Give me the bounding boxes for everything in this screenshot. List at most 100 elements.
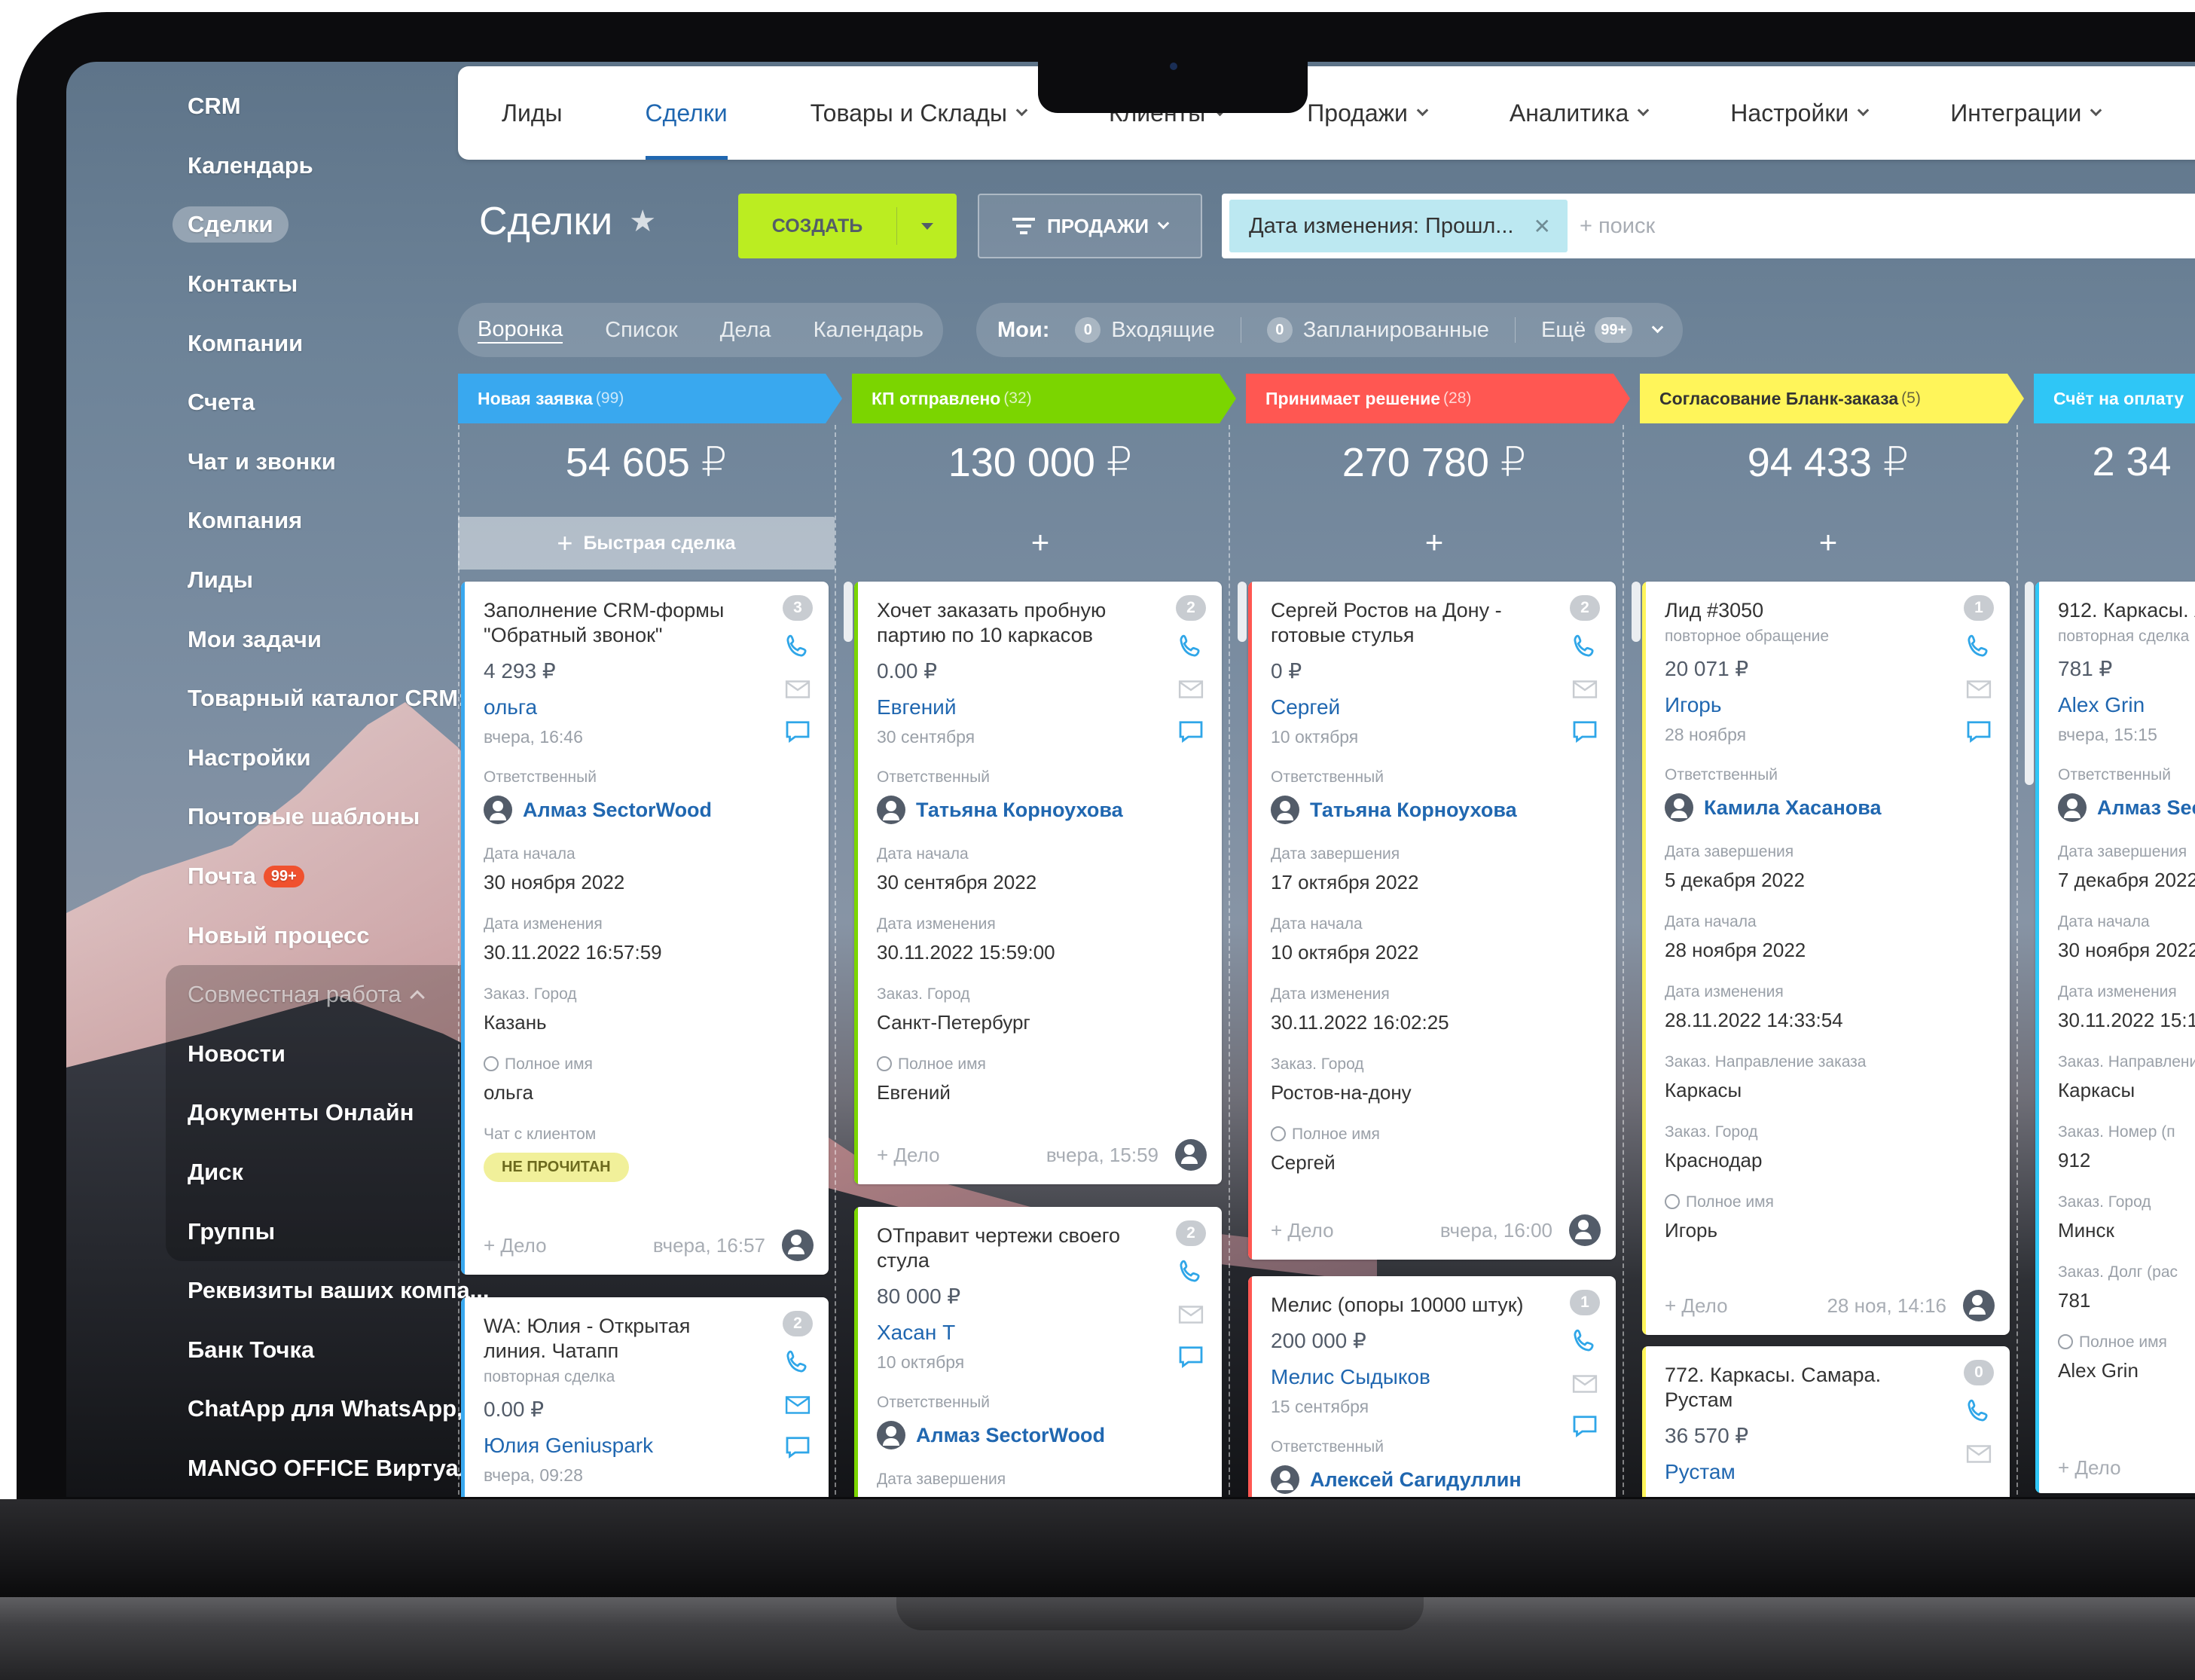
sidebar-item-settings[interactable]: Настройки bbox=[121, 729, 512, 788]
sidebar-item-chatapp[interactable]: ChatApp для WhatsApp, T... bbox=[121, 1379, 512, 1439]
add-activity-link[interactable]: + Дело bbox=[1665, 1294, 1728, 1318]
deal-card[interactable]: Заполнение CRM-формы "Обратный звонок" 4… bbox=[461, 582, 829, 1275]
avatar[interactable] bbox=[782, 1229, 814, 1261]
sidebar-item-news[interactable]: Новости bbox=[166, 1025, 490, 1084]
view-activities[interactable]: Дела bbox=[720, 318, 771, 343]
search-bar[interactable]: Дата изменения: Прошл... ✕ + поиск bbox=[1222, 194, 2195, 258]
avatar[interactable] bbox=[1963, 1290, 1995, 1321]
add-deal-button[interactable]: + bbox=[1246, 524, 1623, 561]
sidebar-item-new-process[interactable]: Новый процесс bbox=[121, 906, 512, 965]
phone-icon[interactable] bbox=[782, 631, 814, 663]
view-list[interactable]: Список bbox=[605, 318, 678, 343]
nav-products[interactable]: Товары и Склады bbox=[811, 66, 1028, 160]
add-activity-link[interactable]: + Дело bbox=[484, 1234, 547, 1257]
sidebar-item-my-tasks[interactable]: Мои задачи bbox=[121, 609, 512, 669]
nav-analytics[interactable]: Аналитика bbox=[1510, 66, 1650, 160]
responsible-link[interactable]: Алмаз SectorWood bbox=[2058, 793, 2195, 822]
client-link[interactable]: ольга bbox=[484, 695, 753, 719]
responsible-link[interactable]: Алмаз SectorWood bbox=[877, 1421, 1146, 1449]
mail-icon[interactable] bbox=[782, 1389, 814, 1421]
sidebar-item-leads[interactable]: Лиды bbox=[121, 551, 512, 610]
deal-title[interactable]: 912. Каркасы. Alex Grin bbox=[2058, 598, 2195, 623]
counter-planned[interactable]: 0 Запланированные bbox=[1266, 317, 1489, 343]
sidebar-item-company[interactable]: Компания bbox=[121, 491, 512, 551]
sidebar-item-chat[interactable]: Чат и звонки bbox=[121, 432, 512, 492]
nav-settings[interactable]: Настройки bbox=[1730, 66, 1870, 160]
responsible-link[interactable]: Татьяна Корноухова bbox=[1271, 796, 1540, 824]
chat-icon[interactable] bbox=[1569, 716, 1601, 747]
chat-icon[interactable] bbox=[1569, 1410, 1601, 1442]
nav-deals[interactable]: Сделки bbox=[645, 66, 728, 160]
deal-title[interactable]: Заполнение CRM-формы "Обратный звонок" bbox=[484, 598, 753, 648]
deal-card[interactable]: ОТправит чертежи своего стула 80 000 ₽ Х… bbox=[854, 1207, 1222, 1497]
client-link[interactable]: Рустам bbox=[1665, 1460, 1934, 1484]
star-icon[interactable]: ★ bbox=[629, 204, 656, 239]
chat-icon[interactable] bbox=[1175, 716, 1207, 747]
scrollbar[interactable] bbox=[844, 582, 853, 642]
mail-icon[interactable] bbox=[1963, 674, 1995, 705]
responsible-link[interactable]: Камила Хасанова bbox=[1665, 793, 1934, 822]
close-icon[interactable]: ✕ bbox=[1533, 214, 1550, 239]
create-dropdown[interactable] bbox=[897, 222, 957, 230]
counter-more[interactable]: Ещё 99+ bbox=[1541, 317, 1664, 343]
sidebar-item-mail[interactable]: Почта 99+ bbox=[121, 847, 512, 906]
sidebar-item-disk[interactable]: Диск bbox=[166, 1143, 490, 1202]
add-deal-button[interactable]: + bbox=[852, 524, 1229, 561]
sidebar-item-groups[interactable]: Группы bbox=[166, 1202, 490, 1261]
client-link[interactable]: Игорь bbox=[1665, 693, 1934, 717]
nav-integrations[interactable]: Интеграции bbox=[1950, 66, 2102, 160]
sidebar-item-catalog[interactable]: Товарный каталог CRM: ... bbox=[121, 669, 512, 729]
create-button[interactable]: СОЗДАТЬ bbox=[738, 194, 957, 258]
phone-icon[interactable] bbox=[1569, 631, 1601, 663]
stage-header[interactable]: Согласование Бланк-заказа (5) bbox=[1640, 374, 2024, 423]
client-link[interactable]: Alex Grin bbox=[2058, 693, 2195, 717]
client-link[interactable]: Сергей bbox=[1271, 695, 1540, 719]
deal-card[interactable]: WA: Юлия - Открытая линия. Чатапп повтор… bbox=[461, 1297, 829, 1497]
deal-card[interactable]: Хочет заказать пробную партию по 10 карк… bbox=[854, 582, 1222, 1184]
deal-title[interactable]: WA: Юлия - Открытая линия. Чатапп bbox=[484, 1314, 753, 1364]
sidebar-item-mango[interactable]: MANGO OFFICE Виртуаль... bbox=[121, 1439, 512, 1497]
sidebar-item-bank[interactable]: Банк Точка bbox=[121, 1320, 512, 1379]
avatar[interactable] bbox=[1569, 1214, 1601, 1246]
deal-title[interactable]: Лид #3050 bbox=[1665, 598, 1934, 623]
nav-leads[interactable]: Лиды bbox=[502, 66, 563, 160]
mail-icon[interactable] bbox=[1963, 1438, 1995, 1470]
mail-icon[interactable] bbox=[1569, 674, 1601, 705]
chat-icon[interactable] bbox=[782, 716, 814, 747]
scrollbar[interactable] bbox=[2025, 582, 2034, 785]
sidebar-item-invoices[interactable]: Счета bbox=[121, 373, 512, 432]
sidebar-item-mail-templates[interactable]: Почтовые шаблоны bbox=[121, 787, 512, 847]
phone-icon[interactable] bbox=[782, 1347, 814, 1379]
sidebar-item-calendar[interactable]: Календарь bbox=[121, 136, 512, 196]
client-link[interactable]: Евгений bbox=[877, 695, 1146, 719]
view-calendar[interactable]: Календарь bbox=[814, 318, 923, 343]
deal-card[interactable]: Сергей Ростов на Дону - готовые стулья 0… bbox=[1248, 582, 1616, 1260]
deal-title[interactable]: Мелис (опоры 10000 штук) bbox=[1271, 1293, 1540, 1318]
deal-title[interactable]: Хочет заказать пробную партию по 10 карк… bbox=[877, 598, 1146, 648]
phone-icon[interactable] bbox=[1175, 631, 1207, 663]
sidebar-item-deals[interactable]: Сделки bbox=[121, 195, 512, 255]
mail-icon[interactable] bbox=[782, 674, 814, 705]
deal-title[interactable]: Сергей Ростов на Дону - готовые стулья bbox=[1271, 598, 1540, 648]
view-kanban[interactable]: Воронка bbox=[478, 317, 563, 344]
deal-card[interactable]: Лид #3050 повторное обращение 20 071 ₽ И… bbox=[1642, 582, 2010, 1335]
add-activity-link[interactable]: + Дело bbox=[1271, 1219, 1334, 1242]
filter-chip[interactable]: Дата изменения: Прошл... ✕ bbox=[1229, 200, 1568, 252]
sidebar-item-contacts[interactable]: Контакты bbox=[121, 255, 512, 314]
phone-icon[interactable] bbox=[1569, 1326, 1601, 1358]
search-input[interactable]: + поиск bbox=[1580, 214, 1655, 239]
client-link[interactable]: Хасан Т bbox=[877, 1321, 1146, 1345]
responsible-link[interactable]: Татьяна Корноухова bbox=[877, 796, 1146, 824]
pipeline-filter-button[interactable]: ПРОДАЖИ bbox=[978, 194, 1202, 258]
deal-card[interactable]: 912. Каркасы. Alex Grin повторная сделка… bbox=[2035, 582, 2195, 1493]
avatar[interactable] bbox=[1175, 1139, 1207, 1171]
client-link[interactable]: Юлия Geniuspark bbox=[484, 1434, 753, 1458]
mail-icon[interactable] bbox=[1175, 1299, 1207, 1330]
deal-title[interactable]: ОТправит чертежи своего стула bbox=[877, 1223, 1146, 1273]
stage-header[interactable]: Счёт на оплату bbox=[2034, 374, 2195, 423]
responsible-link[interactable]: Алмаз SectorWood bbox=[484, 796, 753, 824]
stage-header[interactable]: КП отправлено (32) bbox=[852, 374, 1236, 423]
responsible-link[interactable]: Алексей Сагидуллин bbox=[1271, 1465, 1540, 1494]
deal-title[interactable]: 772. Каркасы. Самара. Рустам bbox=[1665, 1363, 1934, 1413]
phone-icon[interactable] bbox=[1963, 631, 1995, 663]
